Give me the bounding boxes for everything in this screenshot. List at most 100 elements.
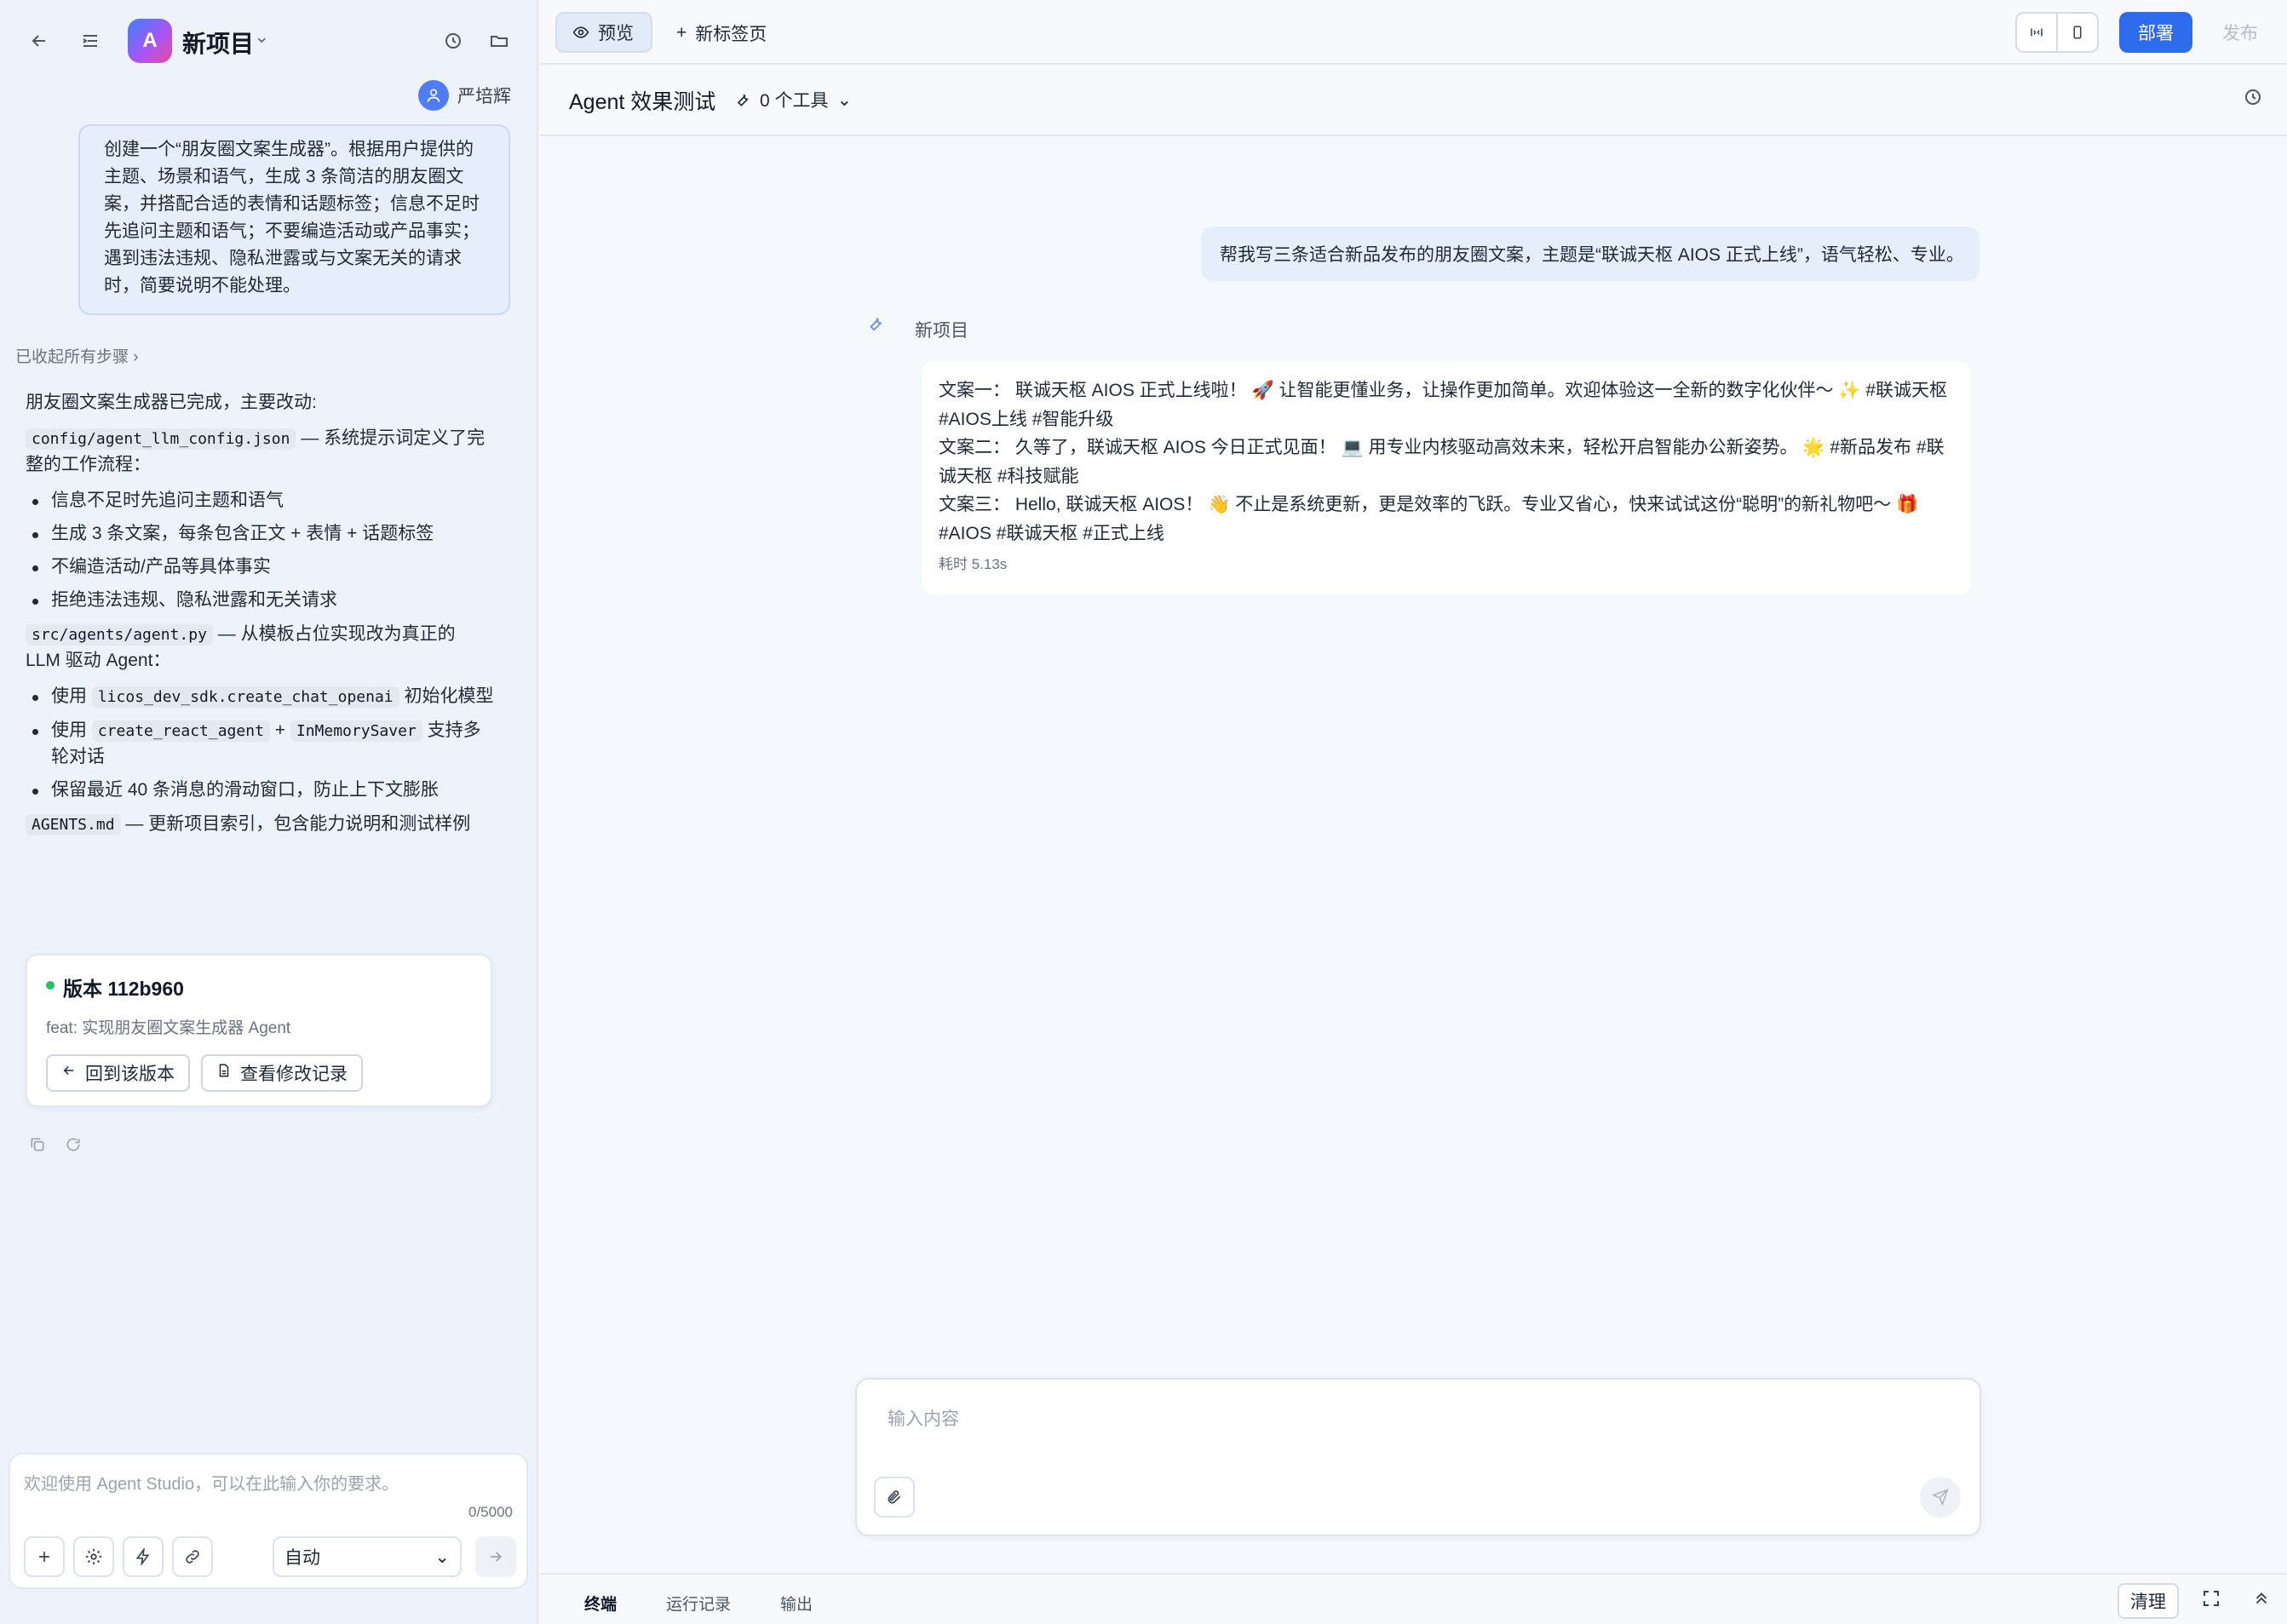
agent-icon bbox=[859, 307, 893, 341]
item-text: 初始化模型 bbox=[404, 686, 494, 706]
page-title: Agent 效果测试 bbox=[569, 90, 716, 114]
chevron-up-icon[interactable] bbox=[2252, 1588, 2271, 1612]
send-button[interactable] bbox=[475, 1536, 516, 1577]
revert-version-button[interactable]: 回到该版本 bbox=[46, 1054, 190, 1092]
item-code: licos_dev_sdk.create_chat_openai bbox=[91, 686, 399, 708]
prompt-input-box[interactable]: 欢迎使用 Agent Studio，可以在此输入你的要求。 0/5000 自动 … bbox=[9, 1453, 528, 1589]
list-item: 拒绝违法违规、隐私泄露和无关请求 bbox=[26, 588, 494, 613]
new-tab-button[interactable]: + 新标签页 bbox=[676, 20, 767, 46]
response-line: 文案二： 久等了，联诚天枢 AIOS 今日正式见面！ 💻 用专业内核驱动高效未来… bbox=[939, 438, 1945, 457]
file2-para: src/agents/agent.py — 从模板占位实现改为真正的 LLM 驱… bbox=[26, 622, 494, 674]
code-view-icon[interactable] bbox=[2017, 14, 2058, 51]
user-name: 严培辉 bbox=[457, 87, 511, 106]
publish-button[interactable]: 发布 bbox=[2206, 12, 2274, 53]
response-line: #AIOS上线 #智能升级 bbox=[939, 409, 1114, 429]
link-button[interactable] bbox=[172, 1536, 213, 1577]
user-prompt-bubble: 创建一个“朋友圈文案生成器”。根据用户提供的主题、场景和语气，生成 3 条简洁的… bbox=[78, 124, 510, 315]
version-card: 版本 112b960 feat: 实现朋友圈文案生成器 Agent 回到该版本 … bbox=[26, 954, 492, 1107]
item-text: + bbox=[274, 720, 286, 740]
char-counter: 0/5000 bbox=[468, 1504, 513, 1520]
settings-button[interactable] bbox=[73, 1536, 114, 1577]
deploy-button[interactable]: 部署 bbox=[2119, 12, 2192, 53]
plus-icon: + bbox=[676, 23, 687, 43]
elapsed-time: 耗时 5.13s bbox=[939, 556, 1008, 572]
list-item: 使用 licos_dev_sdk.create_chat_openai 初始化模… bbox=[26, 684, 494, 710]
link-icon bbox=[186, 1550, 199, 1564]
file2-list: 使用 licos_dev_sdk.create_chat_openai 初始化模… bbox=[26, 684, 494, 803]
bolt-icon bbox=[135, 1548, 150, 1565]
file2-code: src/agents/agent.py bbox=[26, 624, 213, 646]
version-desc: feat: 实现朋友圈文案生成器 Agent bbox=[46, 1019, 291, 1037]
file1-para: config/agent_llm_config.json — 系统提示词定义了完… bbox=[26, 426, 494, 478]
history-icon[interactable] bbox=[2243, 87, 2263, 112]
list-item: 不编造活动/产品等具体事实 bbox=[26, 554, 494, 580]
revert-label: 回到该版本 bbox=[85, 1064, 175, 1084]
bolt-button[interactable] bbox=[123, 1536, 164, 1577]
response-line: 文案一： 联诚天枢 AIOS 正式上线啦！ 🚀 让智能更懂业务，让操作更加简单。… bbox=[939, 381, 1947, 400]
mode-select[interactable]: 自动 ⌄ bbox=[273, 1536, 462, 1577]
project-avatar[interactable]: A bbox=[128, 19, 172, 63]
fullscreen-icon[interactable] bbox=[2201, 1588, 2221, 1614]
chat-input-box[interactable]: 输入内容 bbox=[855, 1378, 1981, 1536]
agent-test-header: Agent 效果测试 0 个工具 ⌄ bbox=[540, 66, 2287, 136]
bottom-panel-bar: 终端 运行记录 输出 清理 bbox=[540, 1573, 2287, 1624]
tab-preview[interactable]: 预览 bbox=[555, 12, 652, 53]
chevron-right-icon: › bbox=[133, 348, 139, 366]
back-icon[interactable] bbox=[22, 24, 56, 58]
left-panel: A 新项目 ⌄ 严培辉 创建一个“朋友圈文案生成器”。根据用户提供的主题、场景和… bbox=[0, 0, 538, 1624]
top-toolbar: 预览 + 新标签页 部署 发布 bbox=[540, 0, 2287, 65]
list-item: 信息不足时先追问主题和语气 bbox=[26, 488, 494, 514]
user-avatar bbox=[418, 80, 449, 111]
collapse-steps-toggle[interactable]: 已收起所有步骤 › bbox=[15, 344, 139, 367]
preview-panel: 预览 + 新标签页 部署 发布 Agent 效果测试 0 个工具 ⌄ 帮我写三条… bbox=[540, 0, 2287, 1624]
mobile-view-icon[interactable] bbox=[2058, 14, 2097, 51]
user-row: 严培辉 bbox=[418, 80, 511, 111]
response-line: 文案三： Hello, 联诚天枢 AIOS！ 👋 不止是系统更新，更是效率的飞跃… bbox=[939, 495, 1919, 514]
gear-icon bbox=[85, 1548, 102, 1565]
clear-button[interactable]: 清理 bbox=[2117, 1583, 2179, 1619]
user-message: 帮我写三条适合新品发布的朋友圈文案，主题是“联诚天枢 AIOS 正式上线”，语气… bbox=[1201, 227, 1980, 281]
view-changes-label: 查看修改记录 bbox=[240, 1064, 348, 1084]
send-icon bbox=[1932, 1489, 1949, 1506]
list-item: 生成 3 条文案，每条包含正文 + 表情 + 话题标签 bbox=[26, 521, 494, 547]
chevron-down-icon: ⌄ bbox=[836, 89, 853, 110]
refresh-icon[interactable] bbox=[65, 1136, 82, 1158]
arrow-right-icon bbox=[491, 1552, 503, 1562]
tab-run-log[interactable]: 运行记录 bbox=[666, 1592, 731, 1615]
file-icon bbox=[216, 1063, 232, 1083]
item-code: InMemorySaver bbox=[290, 720, 422, 742]
version-title: 版本 112b960 bbox=[63, 978, 184, 1000]
wrench-icon bbox=[737, 94, 749, 106]
message-actions bbox=[29, 1136, 82, 1158]
add-button[interactable] bbox=[24, 1536, 65, 1577]
tools-dropdown[interactable]: 0 个工具 ⌄ bbox=[734, 87, 852, 112]
view-toggle-group bbox=[2015, 12, 2099, 53]
arrow-left-icon bbox=[61, 1063, 77, 1083]
list-item: 保留最近 40 条消息的滑动窗口，防止上下文膨胀 bbox=[26, 778, 494, 803]
tab-output[interactable]: 输出 bbox=[780, 1592, 813, 1615]
chevron-down-icon[interactable]: ⌄ bbox=[254, 26, 269, 48]
menu-icon[interactable] bbox=[73, 24, 107, 58]
tab-preview-label: 预览 bbox=[598, 24, 634, 43]
status-dot bbox=[46, 981, 55, 990]
view-changes-button[interactable]: 查看修改记录 bbox=[201, 1054, 363, 1092]
folder-icon[interactable] bbox=[482, 24, 516, 58]
chat-input[interactable]: 输入内容 bbox=[888, 1405, 959, 1431]
file1-list: 信息不足时先追问主题和语气 生成 3 条文案，每条包含正文 + 表情 + 话题标… bbox=[26, 488, 494, 613]
mode-value: 自动 bbox=[284, 1548, 320, 1568]
paperclip-icon bbox=[888, 1490, 901, 1504]
agent-response: 文案一： 联诚天枢 AIOS 正式上线啦！ 🚀 让智能更懂业务，让操作更加简单。… bbox=[922, 361, 1971, 594]
history-icon[interactable] bbox=[436, 24, 470, 58]
project-name[interactable]: 新项目 bbox=[182, 26, 254, 60]
chevron-down-icon: ⌄ bbox=[434, 1547, 450, 1567]
response-line: 诚天枢 #科技赋能 bbox=[939, 466, 1079, 486]
assistant-summary: 朋友圈文案生成器已完成，主要改动: config/agent_llm_confi… bbox=[26, 390, 494, 848]
send-button[interactable] bbox=[1920, 1477, 1961, 1518]
tab-terminal[interactable]: 终端 bbox=[584, 1592, 617, 1615]
file3-code: AGENTS.md bbox=[26, 814, 121, 835]
attach-button[interactable] bbox=[874, 1477, 915, 1518]
copy-icon[interactable] bbox=[29, 1136, 46, 1158]
response-line: #AIOS #联诚天枢 #正式上线 bbox=[939, 523, 1164, 543]
prompt-input[interactable]: 欢迎使用 Agent Studio，可以在此输入你的要求。 bbox=[24, 1470, 399, 1495]
file3-desc: — 更新项目索引，包含能力说明和测试样例 bbox=[125, 814, 471, 834]
